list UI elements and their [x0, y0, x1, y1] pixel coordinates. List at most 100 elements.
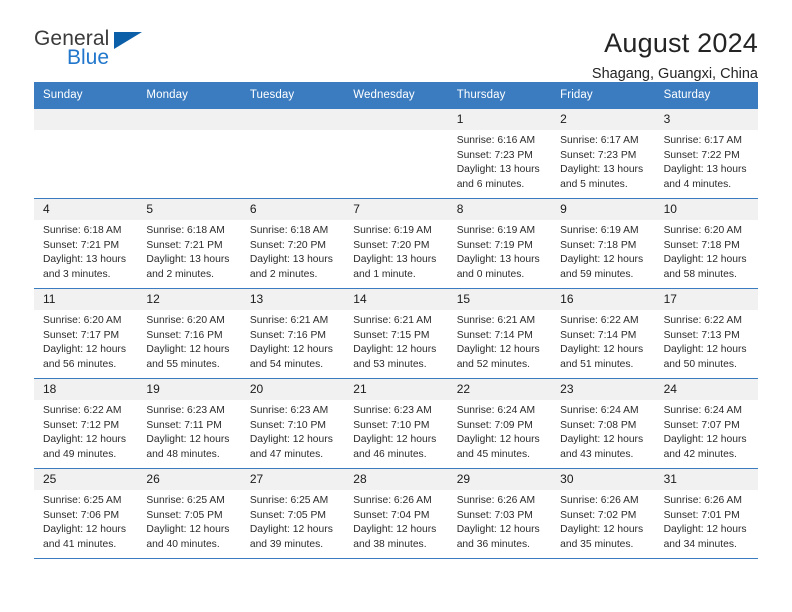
logo-flag-icon	[114, 32, 142, 49]
daylight-line-2: and 47 minutes.	[249, 448, 324, 460]
day-number: 21	[344, 378, 448, 400]
calendar-day-cell[interactable]: 15 Sunrise: 6:21 AM Sunset: 7:14 PM Dayligh…	[447, 288, 552, 378]
sunset-time: Sunset: 7:04 PM	[353, 509, 430, 521]
calendar-day-cell[interactable]: 30 Sunrise: 6:26 AM Sunset: 7:02 PM Dayligh…	[551, 468, 655, 558]
calendar-day-cell[interactable]: 26 Sunrise: 6:25 AM Sunset: 7:05 PM Dayligh…	[137, 468, 241, 558]
page-header: General Blue August 2024 Shagang, Guangx…	[0, 0, 792, 82]
day-sun-info: Sunrise: 6:26 AM Sunset: 7:04 PM Daylight:…	[344, 490, 447, 552]
sunset-time: Sunset: 7:12 PM	[43, 419, 120, 431]
day-sun-info: Sunrise: 6:20 AM Sunset: 7:17 PM Daylight:…	[34, 310, 137, 372]
general-blue-logo[interactable]: General Blue	[34, 28, 154, 76]
daylight-line-1: Daylight: 12 hours	[249, 524, 333, 536]
day-number: 3	[654, 108, 758, 130]
day-sun-info: Sunrise: 6:20 AM Sunset: 7:18 PM Daylight:…	[655, 220, 758, 282]
sunrise-time: Sunrise: 6:23 AM	[146, 404, 225, 416]
sunset-time: Sunset: 7:15 PM	[353, 329, 430, 341]
calendar-day-cell[interactable]: 21 Sunrise: 6:23 AM Sunset: 7:10 PM Dayligh…	[344, 378, 448, 468]
daylight-line-2: and 49 minutes.	[43, 448, 117, 460]
calendar-day-cell[interactable]: 27 Sunrise: 6:25 AM Sunset: 7:05 PM Dayligh…	[240, 468, 345, 558]
calendar-day-cell[interactable]: 28 Sunrise: 6:26 AM Sunset: 7:04 PM Dayligh…	[344, 468, 448, 558]
weekday-header-thursday: Thursday	[456, 89, 506, 101]
sunset-time: Sunset: 7:16 PM	[249, 329, 326, 341]
day-number: 14	[344, 288, 448, 310]
sunrise-time: Sunrise: 6:23 AM	[353, 404, 432, 416]
day-sun-info: Sunrise: 6:22 AM Sunset: 7:13 PM Daylight:…	[655, 310, 758, 372]
weekday-header-friday: Friday	[560, 89, 593, 101]
day-sun-info: Sunrise: 6:26 AM Sunset: 7:01 PM Daylight:…	[655, 490, 758, 552]
calendar-day-cell[interactable]: 2 Sunrise: 6:17 AM Sunset: 7:23 PM Daylight…	[551, 108, 655, 198]
day-number: 27	[240, 468, 345, 490]
sunset-time: Sunset: 7:05 PM	[146, 509, 223, 521]
calendar-day-cell[interactable]: 3 Sunrise: 6:17 AM Sunset: 7:22 PM Daylight…	[654, 108, 758, 198]
day-number: 9	[551, 198, 655, 220]
day-number: 2	[551, 108, 655, 130]
day-sun-info: Sunrise: 6:24 AM Sunset: 7:07 PM Daylight:…	[655, 400, 758, 462]
day-sun-info: Sunrise: 6:26 AM Sunset: 7:03 PM Daylight:…	[448, 490, 551, 552]
daylight-line-2: and 45 minutes.	[456, 448, 530, 460]
calendar-day-cell[interactable]: 9 Sunrise: 6:19 AM Sunset: 7:18 PM Daylight…	[551, 198, 655, 288]
calendar-day-cell[interactable]: 13 Sunrise: 6:21 AM Sunset: 7:16 PM Dayligh…	[240, 288, 345, 378]
day-number: 25	[34, 468, 138, 490]
calendar-day-cell[interactable]: 11 Sunrise: 6:20 AM Sunset: 7:17 PM Dayligh…	[34, 288, 138, 378]
calendar-day-cell[interactable]: 16 Sunrise: 6:22 AM Sunset: 7:14 PM Dayligh…	[551, 288, 655, 378]
calendar-day-cell[interactable]: 6 Sunrise: 6:18 AM Sunset: 7:20 PM Daylight…	[240, 198, 345, 288]
day-number: 22	[447, 378, 552, 400]
day-number: 18	[34, 378, 138, 400]
sunrise-time: Sunrise: 6:25 AM	[43, 494, 122, 506]
day-sun-info: Sunrise: 6:24 AM Sunset: 7:08 PM Daylight:…	[551, 400, 654, 462]
daylight-line-2: and 38 minutes.	[353, 538, 427, 550]
sunrise-time: Sunrise: 6:25 AM	[249, 494, 329, 506]
calendar-day-cell[interactable]: 10 Sunrise: 6:20 AM Sunset: 7:18 PM Dayligh…	[654, 198, 758, 288]
calendar-day-cell-empty	[240, 108, 345, 198]
day-number: 24	[654, 378, 758, 400]
sunset-time: Sunset: 7:23 PM	[560, 149, 637, 161]
weekday-header-saturday: Saturday	[663, 89, 711, 101]
calendar-day-cell[interactable]: 31 Sunrise: 6:26 AM Sunset: 7:01 PM Dayligh…	[654, 468, 758, 558]
sunset-time: Sunset: 7:07 PM	[663, 419, 740, 431]
calendar-week-row: 4 Sunrise: 6:18 AM Sunset: 7:21 PM Daylight…	[34, 198, 758, 289]
daylight-line-2: and 2 minutes.	[249, 268, 318, 280]
sunrise-time: Sunrise: 6:17 AM	[560, 134, 639, 146]
calendar-day-cell[interactable]: 7 Sunrise: 6:19 AM Sunset: 7:20 PM Daylight…	[344, 198, 448, 288]
daylight-line-1: Daylight: 13 hours	[353, 254, 437, 266]
calendar-week-row: 11 Sunrise: 6:20 AM Sunset: 7:17 PM Dayligh…	[34, 288, 758, 379]
daylight-line-1: Daylight: 12 hours	[560, 254, 644, 266]
calendar-day-cell[interactable]: 29 Sunrise: 6:26 AM Sunset: 7:03 PM Dayligh…	[447, 468, 552, 558]
sunrise-time: Sunrise: 6:22 AM	[43, 404, 122, 416]
daylight-line-2: and 35 minutes.	[560, 538, 634, 550]
sunrise-time: Sunrise: 6:26 AM	[456, 494, 536, 506]
day-number: 15	[447, 288, 552, 310]
daylight-line-1: Daylight: 12 hours	[146, 344, 230, 356]
daylight-line-2: and 42 minutes.	[663, 448, 737, 460]
sunset-time: Sunset: 7:22 PM	[663, 149, 740, 161]
calendar-day-cell[interactable]: 22 Sunrise: 6:24 AM Sunset: 7:09 PM Dayligh…	[447, 378, 552, 468]
calendar-day-cell[interactable]: 8 Sunrise: 6:19 AM Sunset: 7:19 PM Daylight…	[447, 198, 552, 288]
day-sun-info: Sunrise: 6:20 AM Sunset: 7:16 PM Daylight:…	[137, 310, 240, 372]
calendar-day-cell[interactable]: 18 Sunrise: 6:22 AM Sunset: 7:12 PM Dayligh…	[34, 378, 138, 468]
day-number: 26	[137, 468, 241, 490]
calendar-day-cell[interactable]: 20 Sunrise: 6:23 AM Sunset: 7:10 PM Dayligh…	[240, 378, 345, 468]
daylight-line-2: and 3 minutes.	[43, 268, 111, 280]
calendar-day-cell[interactable]: 25 Sunrise: 6:25 AM Sunset: 7:06 PM Dayligh…	[34, 468, 138, 558]
daylight-line-1: Daylight: 13 hours	[456, 164, 540, 176]
calendar-day-cell[interactable]: 12 Sunrise: 6:20 AM Sunset: 7:16 PM Dayligh…	[137, 288, 241, 378]
calendar-day-cell[interactable]: 24 Sunrise: 6:24 AM Sunset: 7:07 PM Dayligh…	[654, 378, 758, 468]
sunset-time: Sunset: 7:08 PM	[560, 419, 637, 431]
daylight-line-2: and 54 minutes.	[249, 358, 324, 370]
title-block: August 2024 Shagang, Guangxi, China	[592, 28, 758, 83]
daylight-line-2: and 55 minutes.	[146, 358, 220, 370]
calendar-day-cell[interactable]: 4 Sunrise: 6:18 AM Sunset: 7:21 PM Daylight…	[34, 198, 138, 288]
calendar-day-cell[interactable]: 23 Sunrise: 6:24 AM Sunset: 7:08 PM Dayligh…	[551, 378, 655, 468]
daylight-line-2: and 46 minutes.	[353, 448, 427, 460]
calendar-day-cell[interactable]: 14 Sunrise: 6:21 AM Sunset: 7:15 PM Dayligh…	[344, 288, 448, 378]
sunrise-time: Sunrise: 6:26 AM	[663, 494, 742, 506]
daylight-line-1: Daylight: 13 hours	[456, 254, 540, 266]
daylight-line-2: and 0 minutes.	[456, 268, 525, 280]
daylight-line-1: Daylight: 12 hours	[663, 344, 747, 356]
daylight-line-2: and 41 minutes.	[43, 538, 117, 550]
calendar-day-cell[interactable]: 17 Sunrise: 6:22 AM Sunset: 7:13 PM Dayligh…	[654, 288, 758, 378]
calendar-day-cell[interactable]: 19 Sunrise: 6:23 AM Sunset: 7:11 PM Dayligh…	[137, 378, 241, 468]
calendar-day-cell[interactable]: 1 Sunrise: 6:16 AM Sunset: 7:23 PM Daylight…	[447, 108, 552, 198]
daylight-line-2: and 48 minutes.	[146, 448, 220, 460]
calendar-day-cell[interactable]: 5 Sunrise: 6:18 AM Sunset: 7:21 PM Daylight…	[137, 198, 241, 288]
